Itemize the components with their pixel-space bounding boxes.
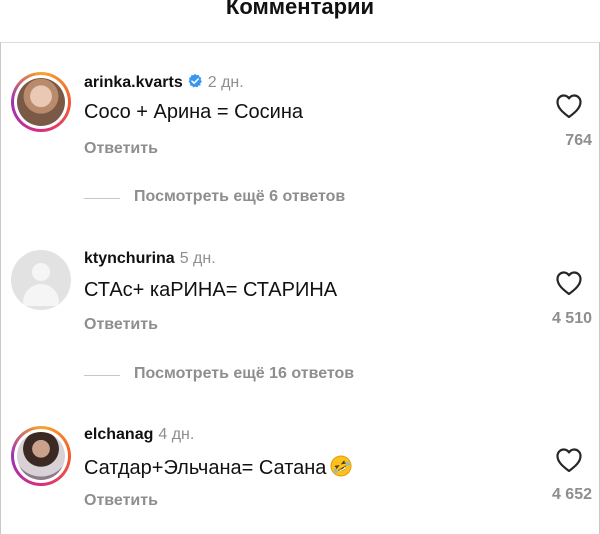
rolling-on-floor-laughing-emoji-icon (330, 455, 352, 477)
comment-text: Сатдар+Эльчана= Сатана (84, 455, 352, 480)
comment-text-content: Сатдар+Эльчана= Сатана (84, 457, 327, 479)
heart-outline-icon[interactable] (555, 447, 583, 473)
username[interactable]: elchanag (84, 426, 153, 443)
timestamp: 4 дн. (158, 426, 195, 443)
like-count: 4 652 (551, 486, 592, 503)
reply-button[interactable]: Ответить (84, 492, 158, 510)
comment-item: elchanag 4 дн. Сатдар+Эльчана= Сатана Отв… (0, 0, 600, 534)
avatar[interactable] (11, 426, 71, 486)
comment-meta: elchanag 4 дн. (84, 426, 194, 444)
